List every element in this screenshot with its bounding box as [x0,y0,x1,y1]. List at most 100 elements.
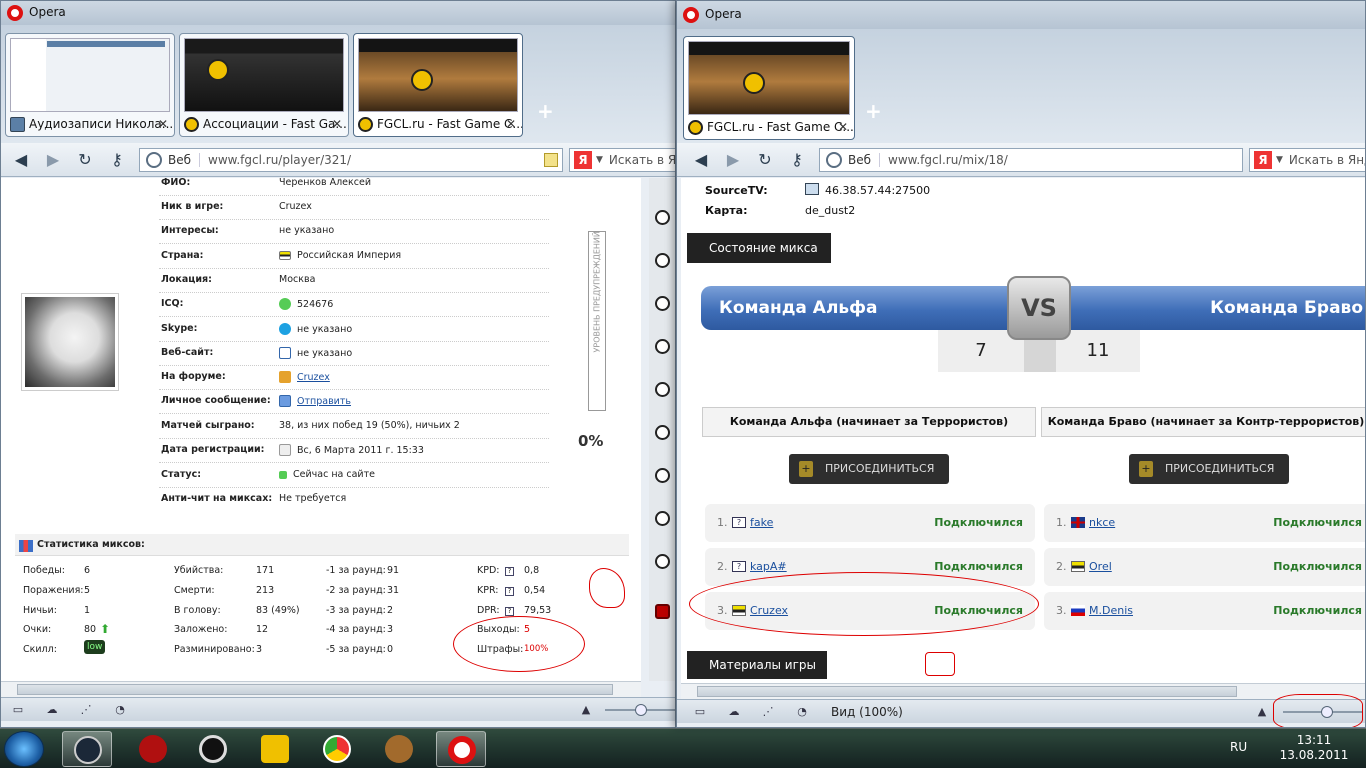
game-taskbar-button[interactable] [128,731,178,767]
join-alpha-button[interactable]: ПРИСОЕДИНИТЬСЯ [789,454,949,484]
address-bar[interactable]: Веб www.fgcl.ru/player/321/ [139,148,563,172]
stat-label: Убийства: [174,565,224,576]
forum-profile-link[interactable]: Cruzex [297,372,330,383]
cs-icon[interactable] [655,339,670,354]
yandex-icon[interactable]: Я [1254,151,1272,169]
cs-icon[interactable] [655,511,670,526]
avatar [21,293,119,391]
zoom-up-icon[interactable]: ▲ [1255,705,1269,719]
title-bar[interactable]: Opera [677,1,1365,29]
stat-value: 2 [387,605,394,616]
panel-toggle-icon[interactable]: ▭ [11,703,25,717]
profile-row: На форуме: Cruzex [159,366,549,390]
new-tab-icon[interactable]: + [537,99,554,123]
player-link[interactable]: Orel [1089,560,1112,573]
chevron-down-icon[interactable]: ▼ [596,155,603,165]
cs-icon[interactable] [655,425,670,440]
chrome-taskbar-button[interactable] [312,731,362,767]
reload-icon[interactable]: ↻ [755,150,775,170]
close-tab-icon[interactable]: ✕ [506,117,516,131]
tab-fgcl-mix[interactable]: FGCL.ru - Fast Game C... ✕ [683,36,855,140]
address-url[interactable]: www.fgcl.ru/player/321/ [208,153,351,167]
flag-icon [1071,561,1085,572]
help-icon[interactable]: ? [505,567,514,576]
back-arrow-icon[interactable]: ◀ [11,150,31,170]
help-icon[interactable]: ? [505,607,514,616]
cs-icon[interactable] [655,468,670,483]
close-tab-icon[interactable]: ✕ [838,120,848,134]
start-button[interactable] [4,731,44,767]
title-bar[interactable]: Opera [1,1,675,25]
panel-toggle-icon[interactable]: ▭ [693,705,707,719]
tab-title: FGCL.ru - Fast Game C... [377,117,522,131]
stat-label: Заложено: [174,624,228,635]
turbo-icon[interactable]: ⋰ [79,703,93,717]
language-indicator[interactable]: RU [1230,740,1247,754]
stat-label: Скилл: [23,644,57,655]
tab-bar: Аудиозаписи Никола... ✕ Ассоциации - Fas… [1,25,675,143]
speed-dial-icon[interactable]: ◔ [795,705,809,719]
player-link[interactable]: fake [750,516,773,529]
opera-unite-icon[interactable]: ☁ [45,703,59,717]
view-zoom-label[interactable]: Вид (100%) [831,705,903,719]
cs-icon[interactable] [655,253,670,268]
turbo-icon[interactable]: ⋰ [761,705,775,719]
search-box[interactable]: Я ▼ Искать в Янд [569,148,675,172]
tab-audio[interactable]: Аудиозаписи Никола... ✕ [5,33,175,137]
steam-taskbar-button[interactable] [62,731,112,767]
zoom-up-icon[interactable]: ▲ [579,703,593,717]
send-message-link[interactable]: Отправить [297,396,351,407]
player-link[interactable]: kapA# [750,560,787,573]
horizontal-scrollbar[interactable] [1,681,641,697]
forward-arrow-icon[interactable]: ▶ [43,150,63,170]
taskbar: RU 13:11 13.08.2011 [0,728,1366,768]
headphones-taskbar-button[interactable] [188,731,238,767]
tab-fgcl-player[interactable]: FGCL.ru - Fast Game C... ✕ [353,33,523,137]
teddy-bear-taskbar-button[interactable] [374,731,424,767]
opera-unite-icon[interactable]: ☁ [727,705,741,719]
help-icon[interactable]: ? [505,587,514,596]
tab-title: Ассоциации - Fast Ga... [203,117,347,131]
key-icon[interactable]: ⚷ [787,150,807,170]
sourcetv-address[interactable]: 46.38.57.44:27500 [825,184,930,197]
key-icon[interactable]: ⚷ [107,150,127,170]
tab-associations[interactable]: Ассоциации - Fast Ga... ✕ [179,33,349,137]
player-row: 1. ? fake Подключился [705,504,1035,542]
tab-bar: FGCL.ru - Fast Game C... ✕ + [677,29,1365,143]
scrollbar-thumb[interactable] [697,686,1237,697]
cs-icon[interactable] [655,296,670,311]
player-link[interactable]: nkce [1089,516,1115,529]
stat-value: 213 [256,585,275,596]
back-arrow-icon[interactable]: ◀ [691,150,711,170]
cs-icon[interactable] [655,382,670,397]
horizontal-scrollbar[interactable] [681,683,1365,699]
speed-dial-icon[interactable]: ◔ [113,703,127,717]
new-tab-icon[interactable]: + [865,99,882,123]
close-tab-icon[interactable]: ✕ [332,117,342,131]
address-url[interactable]: www.fgcl.ru/mix/18/ [888,153,1008,167]
stat-label: Разминировано: [174,644,255,655]
reload-icon[interactable]: ↻ [75,150,95,170]
opera-logo-icon[interactable] [7,5,23,21]
opera-logo-icon[interactable] [683,7,699,23]
address-bar[interactable]: Веб www.fgcl.ru/mix/18/ [819,148,1243,172]
system-clock[interactable]: 13:11 13.08.2011 [1276,733,1352,763]
cs-icon[interactable] [655,210,670,225]
notes-icon[interactable] [544,153,558,167]
player-link[interactable]: M.Denis [1089,604,1133,617]
cs-source-icon[interactable] [655,604,670,619]
russia-flag-icon [1071,605,1085,616]
search-box[interactable]: Я ▼ Искать в Янде [1249,148,1365,172]
scrollbar-thumb[interactable] [17,684,613,695]
yandex-icon[interactable]: Я [574,151,592,169]
join-bravo-button[interactable]: ПРИСОЕДИНИТЬСЯ [1129,454,1289,484]
side-panel [649,178,675,681]
forward-arrow-icon[interactable]: ▶ [723,150,743,170]
cs-icon[interactable] [655,554,670,569]
stat-label: В голову: [174,605,221,616]
fgcl-taskbar-button[interactable] [250,731,300,767]
close-tab-icon[interactable]: ✕ [158,117,168,131]
opera-taskbar-button[interactable] [436,731,486,767]
chevron-down-icon[interactable]: ▼ [1276,155,1283,165]
zoom-slider-knob[interactable] [635,704,647,716]
